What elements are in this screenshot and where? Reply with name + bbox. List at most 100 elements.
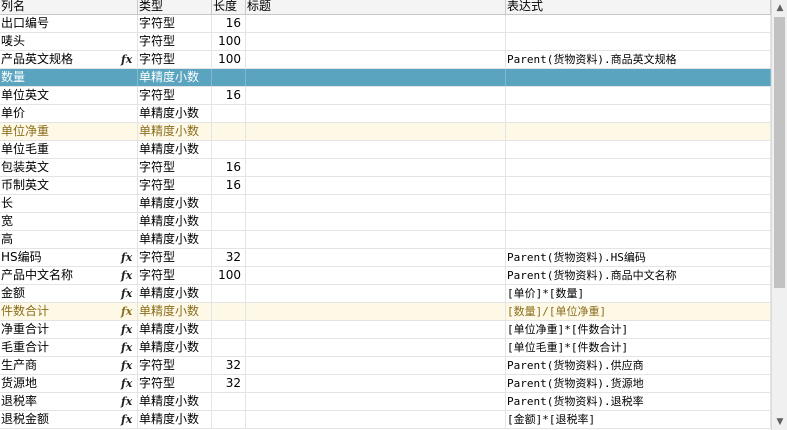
table-row[interactable]: 货源地 fx 字符型 32 Parent(货物资料).货源地 <box>0 375 771 393</box>
cell-title[interactable] <box>246 375 506 392</box>
cell-expression[interactable] <box>506 123 771 140</box>
cell-expression[interactable] <box>506 15 771 32</box>
cell-type[interactable]: 单精度小数 <box>138 303 212 320</box>
cell-title[interactable] <box>246 141 506 158</box>
cell-length[interactable] <box>212 105 246 122</box>
cell-length[interactable]: 32 <box>212 357 246 374</box>
cell-type[interactable]: 字符型 <box>138 159 212 176</box>
cell-name[interactable]: 出口编号 <box>0 15 138 32</box>
cell-length[interactable]: 16 <box>212 177 246 194</box>
cell-type[interactable]: 单精度小数 <box>138 213 212 230</box>
scroll-up-icon[interactable]: ▲ <box>772 0 787 16</box>
cell-expression[interactable]: [单位毛重]*[件数合计] <box>506 339 771 356</box>
cell-name[interactable]: 唛头 <box>0 33 138 50</box>
table-row[interactable]: 币制英文 字符型 16 <box>0 177 771 195</box>
cell-expression[interactable]: Parent(货物资料).HS编码 <box>506 249 771 266</box>
cell-type[interactable]: 字符型 <box>138 33 212 50</box>
cell-length[interactable] <box>212 123 246 140</box>
table-row[interactable]: 净重合计 fx 单精度小数 [单位净重]*[件数合计] <box>0 321 771 339</box>
cell-length[interactable]: 16 <box>212 15 246 32</box>
cell-type[interactable]: 字符型 <box>138 15 212 32</box>
table-row[interactable]: 产品英文规格 fx 字符型 100 Parent(货物资料).商品英文规格 <box>0 51 771 69</box>
cell-name[interactable]: 单位英文 <box>0 87 138 104</box>
cell-expression[interactable] <box>506 213 771 230</box>
table-row[interactable]: 唛头 字符型 100 <box>0 33 771 51</box>
cell-type[interactable]: 字符型 <box>138 249 212 266</box>
table-row[interactable]: 单位英文 字符型 16 <box>0 87 771 105</box>
cell-expression[interactable] <box>506 141 771 158</box>
table-row[interactable]: 退税率 fx 单精度小数 Parent(货物资料).退税率 <box>0 393 771 411</box>
cell-length[interactable] <box>212 213 246 230</box>
cell-length[interactable] <box>212 285 246 302</box>
cell-expression[interactable]: [单位净重]*[件数合计] <box>506 321 771 338</box>
cell-name[interactable]: 净重合计 <box>0 321 138 338</box>
cell-length[interactable] <box>212 69 246 86</box>
cell-name[interactable]: 单位毛重 <box>0 141 138 158</box>
cell-length[interactable]: 100 <box>212 267 246 284</box>
cell-type[interactable]: 单精度小数 <box>138 141 212 158</box>
table-row[interactable]: 宽单精度小数 <box>0 213 771 231</box>
cell-title[interactable] <box>246 105 506 122</box>
cell-type[interactable]: 单精度小数 <box>138 321 212 338</box>
cell-expression[interactable]: [金额]*[退税率] <box>506 411 771 428</box>
column-header-name[interactable]: 列名 <box>0 0 138 14</box>
cell-type[interactable]: 单精度小数 <box>138 339 212 356</box>
cell-type[interactable]: 字符型 <box>138 375 212 392</box>
cell-name[interactable]: 单价 <box>0 105 138 122</box>
cell-length[interactable] <box>212 141 246 158</box>
cell-length[interactable]: 32 <box>212 249 246 266</box>
column-header-length[interactable]: 长度 <box>212 0 246 14</box>
cell-length[interactable]: 100 <box>212 33 246 50</box>
cell-name[interactable]: 退税率 <box>0 393 138 410</box>
cell-length[interactable]: 100 <box>212 51 246 68</box>
cell-length[interactable] <box>212 393 246 410</box>
cell-expression[interactable] <box>506 69 771 86</box>
cell-expression[interactable]: Parent(货物资料).商品中文名称 <box>506 267 771 284</box>
table-row[interactable]: 数量 单精度小数 <box>0 69 771 87</box>
cell-name[interactable]: 退税金额 <box>0 411 138 428</box>
table-row[interactable]: 单位净重 单精度小数 <box>0 123 771 141</box>
cell-title[interactable] <box>246 303 506 320</box>
table-row[interactable]: 包装英文 字符型 16 <box>0 159 771 177</box>
cell-title[interactable] <box>246 339 506 356</box>
scroll-down-icon[interactable]: ▼ <box>772 414 787 430</box>
cell-expression[interactable] <box>506 87 771 104</box>
table-row[interactable]: 出口编号 字符型 16 <box>0 15 771 33</box>
cell-expression[interactable] <box>506 159 771 176</box>
cell-title[interactable] <box>246 285 506 302</box>
cell-name[interactable]: HS编码 <box>0 249 138 266</box>
cell-title[interactable] <box>246 231 506 248</box>
cell-length[interactable]: 32 <box>212 375 246 392</box>
column-header-type[interactable]: 类型 <box>138 0 212 14</box>
scroll-thumb[interactable] <box>774 17 785 288</box>
cell-length[interactable] <box>212 231 246 248</box>
cell-expression[interactable]: Parent(货物资料).商品英文规格 <box>506 51 771 68</box>
cell-name[interactable]: 货源地 <box>0 375 138 392</box>
cell-expression[interactable]: Parent(货物资料).供应商 <box>506 357 771 374</box>
cell-type[interactable]: 单精度小数 <box>138 411 212 428</box>
cell-title[interactable] <box>246 87 506 104</box>
cell-type[interactable]: 字符型 <box>138 357 212 374</box>
cell-title[interactable] <box>246 249 506 266</box>
table-row[interactable]: 件数合计 fx 单精度小数 [数量]/[单位净重] <box>0 303 771 321</box>
cell-name[interactable]: 单位净重 <box>0 123 138 140</box>
cell-type[interactable]: 单精度小数 <box>138 393 212 410</box>
cell-expression[interactable]: Parent(货物资料).退税率 <box>506 393 771 410</box>
table-row[interactable]: HS编码 fx 字符型 32 Parent(货物资料).HS编码 <box>0 249 771 267</box>
column-header-expression[interactable]: 表达式 <box>506 0 771 14</box>
cell-title[interactable] <box>246 213 506 230</box>
table-row[interactable]: 长单精度小数 <box>0 195 771 213</box>
cell-title[interactable] <box>246 195 506 212</box>
cell-title[interactable] <box>246 123 506 140</box>
cell-type[interactable]: 单精度小数 <box>138 123 212 140</box>
cell-type[interactable]: 字符型 <box>138 87 212 104</box>
cell-title[interactable] <box>246 33 506 50</box>
table-row[interactable]: 产品中文名称 fx 字符型 100 Parent(货物资料).商品中文名称 <box>0 267 771 285</box>
cell-type[interactable]: 单精度小数 <box>138 231 212 248</box>
cell-length[interactable] <box>212 303 246 320</box>
cell-title[interactable] <box>246 69 506 86</box>
cell-name[interactable]: 包装英文 <box>0 159 138 176</box>
cell-type[interactable]: 单精度小数 <box>138 69 212 86</box>
cell-expression[interactable]: [单价]*[数量] <box>506 285 771 302</box>
cell-type[interactable]: 单精度小数 <box>138 195 212 212</box>
